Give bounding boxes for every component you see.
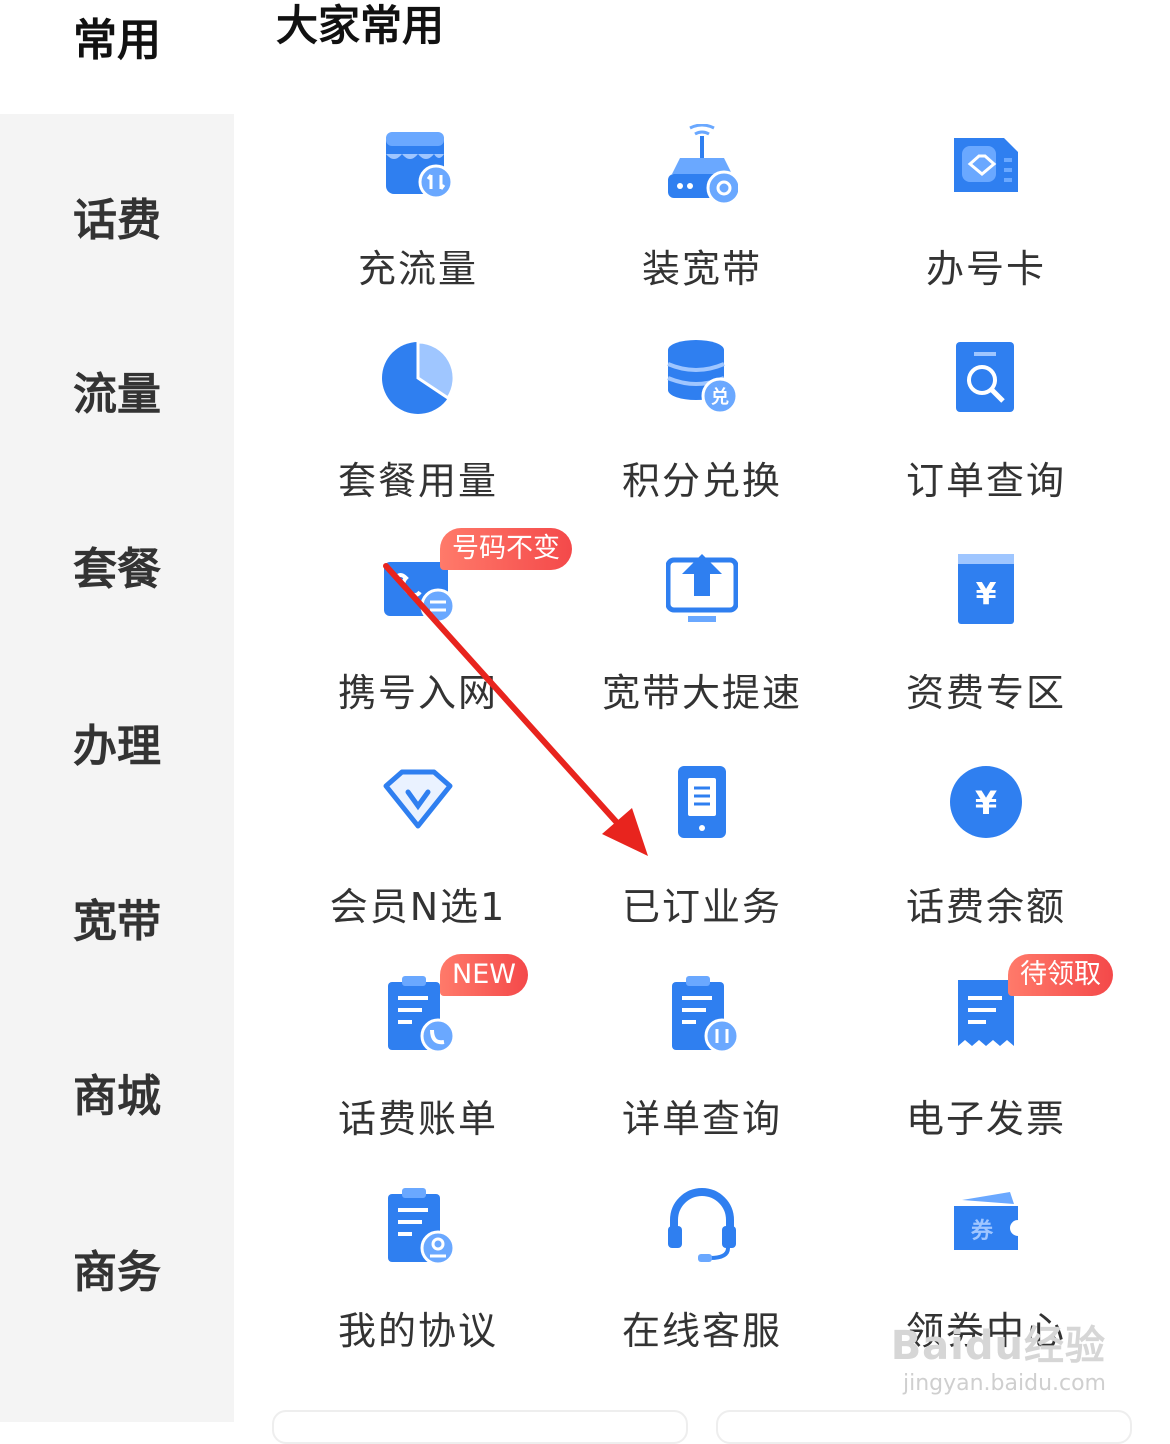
sim-card-icon — [954, 138, 1018, 192]
service-label: 已订业务 — [621, 885, 782, 929]
sidebar-item-common[interactable]: 常用 — [0, 4, 234, 68]
service-label: 充流量 — [357, 247, 478, 291]
yuan-glyph: ¥ — [975, 784, 997, 822]
badge-to-claim: 待领取 — [1008, 954, 1113, 996]
service-label: 我的协议 — [337, 1309, 498, 1353]
service-balance[interactable]: ¥ 话费余额 — [844, 762, 1128, 972]
service-number-transfer[interactable]: 号码不变 携号入网 — [276, 528, 572, 758]
tariff-icon: ¥ — [958, 554, 1014, 624]
badge-number-unchanged: 号码不变 — [440, 528, 572, 570]
watermark-url: jingyan.baidu.com — [902, 1371, 1106, 1396]
service-label: 详单查询 — [621, 1097, 782, 1141]
service-label: 装宽带 — [641, 247, 762, 291]
service-recharge-data[interactable]: 充流量 — [276, 124, 560, 334]
section-title: 大家常用 — [276, 1, 445, 50]
service-e-invoice[interactable]: 待领取 电子发票 — [844, 954, 1128, 1184]
baidu-watermark: Baidu经验 jingyan.baidu.com — [891, 1313, 1106, 1396]
service-label: 携号入网 — [337, 671, 498, 715]
watermark-brand: Baidu经验 — [890, 1323, 1106, 1369]
yuan-glyph: ¥ — [976, 577, 997, 612]
phone-document-icon — [678, 766, 726, 838]
sidebar-item-broadband[interactable]: 宽带 — [0, 885, 234, 949]
headset-icon — [668, 1188, 736, 1262]
coupon-glyph: 券 — [970, 1218, 994, 1244]
service-tariff-zone[interactable]: ¥ 资费专区 — [844, 548, 1128, 758]
service-label: 办号卡 — [925, 247, 1046, 291]
service-online-support[interactable]: 在线客服 — [560, 1186, 844, 1396]
points-exchange-icon: 兑 — [667, 340, 738, 415]
service-label: 宽带大提速 — [601, 671, 802, 715]
detail-bill-icon — [672, 976, 738, 1054]
service-label: 话费余额 — [905, 885, 1066, 929]
service-vip-choose[interactable]: 会员N选1 — [276, 762, 560, 972]
sidebar-item-package[interactable]: 套餐 — [0, 533, 234, 597]
router-icon — [668, 124, 738, 204]
service-points-exchange[interactable]: 兑 积分兑换 — [560, 336, 844, 546]
shop-data-icon — [386, 132, 454, 200]
sidebar-item-mall[interactable]: 商城 — [0, 1060, 234, 1124]
service-label: 套餐用量 — [337, 459, 498, 503]
service-broadband-speedup[interactable]: 宽带大提速 — [560, 548, 844, 758]
service-label: 资费专区 — [905, 671, 1066, 715]
exchange-glyph: 兑 — [711, 386, 729, 408]
service-my-agreement[interactable]: 我的协议 — [276, 1186, 560, 1396]
vip-diamond-icon — [383, 769, 453, 829]
service-label: 积分兑换 — [621, 459, 782, 503]
service-label: 订单查询 — [905, 459, 1066, 503]
sidebar-item-handle[interactable]: 办理 — [0, 710, 234, 774]
pie-chart-icon — [382, 340, 454, 414]
service-label: 话费账单 — [337, 1097, 498, 1141]
order-search-icon — [956, 342, 1014, 412]
sidebar-item-data[interactable]: 流量 — [0, 358, 234, 422]
service-order-query[interactable]: 订单查询 — [844, 336, 1128, 546]
yuan-coin-icon: ¥ — [950, 766, 1022, 838]
service-package-usage[interactable]: 套餐用量 — [276, 336, 560, 546]
sidebar-item-business[interactable]: 商务 — [0, 1236, 234, 1300]
agreement-icon — [388, 1188, 454, 1266]
sidebar-item-phone-fee[interactable]: 话费 — [0, 184, 234, 248]
service-label: 会员N选1 — [329, 885, 507, 929]
bottom-card-right — [716, 1410, 1132, 1444]
service-label: 电子发票 — [905, 1097, 1066, 1141]
service-detail-query[interactable]: 详单查询 — [560, 974, 844, 1184]
badge-new: NEW — [440, 954, 528, 996]
coupon-icon: 券 — [954, 1192, 1018, 1250]
service-phone-bill[interactable]: NEW 话费账单 — [276, 954, 560, 1184]
bottom-card-left — [272, 1410, 688, 1444]
service-subscribed[interactable]: 已订业务 — [560, 762, 844, 972]
service-get-sim[interactable]: 办号卡 — [844, 124, 1128, 334]
service-label: 在线客服 — [621, 1309, 782, 1353]
speed-up-icon — [666, 554, 738, 622]
service-install-broadband[interactable]: 装宽带 — [560, 124, 844, 334]
